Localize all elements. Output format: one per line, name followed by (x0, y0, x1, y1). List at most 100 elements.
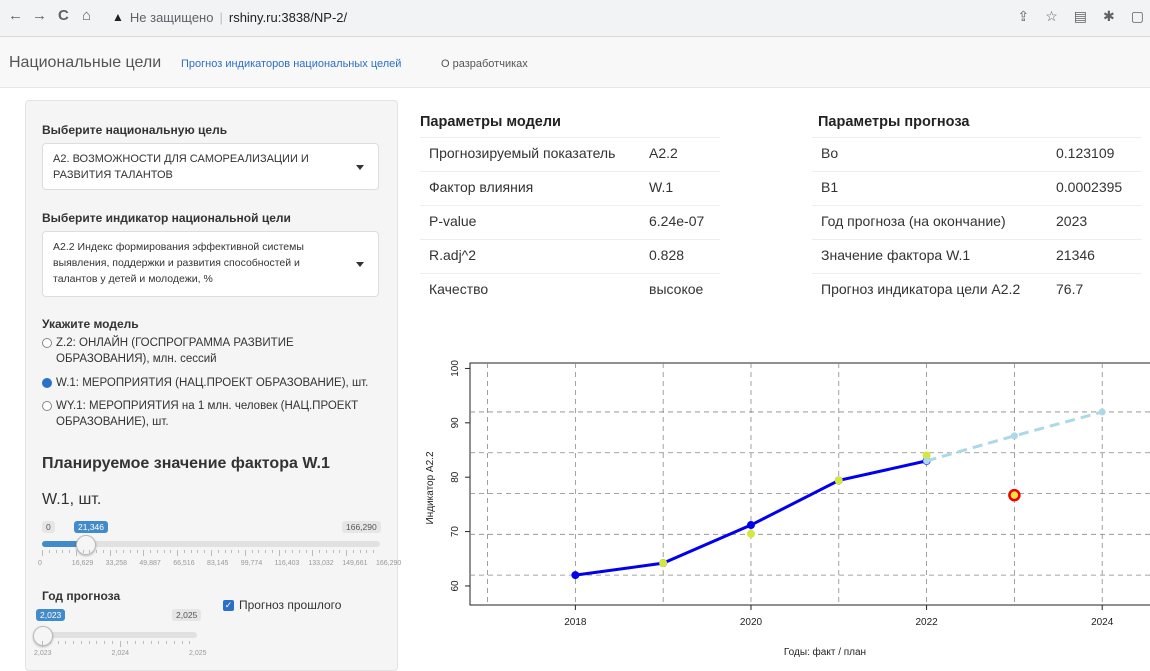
goal-select[interactable]: А2. ВОЗМОЖНОСТИ ДЛЯ САМОРЕАЛИЗАЦИИ И РАЗ… (42, 143, 379, 190)
slider-tick-mark (150, 641, 152, 644)
model-radio-label: WY.1: МЕРОПРИЯТИЯ на 1 млн. человек (НАЦ… (56, 400, 359, 428)
home-icon[interactable]: ⌂ (82, 7, 91, 24)
model-radio-wy1[interactable]: WY.1: МЕРОПРИЯТИЯ на 1 млн. человек (НАЦ… (42, 398, 372, 430)
slider-tick-mark (352, 550, 354, 553)
forecast-chart: 2018 2020 2022 2024 60 70 80 90 100 Годы: факт / … (425, 360, 1150, 658)
slider-tick-mark (143, 550, 145, 556)
slider-tick-mark (102, 550, 104, 553)
slider-tick-mark (312, 550, 314, 556)
slider-tick-mark (150, 550, 152, 553)
slider-tick-mark (96, 641, 98, 644)
year-slider-track[interactable] (42, 632, 197, 638)
fact-point (746, 521, 755, 530)
slider-tick-mark (88, 641, 90, 644)
x-axis-label: Годы: факт / план (784, 646, 866, 658)
slider-tick-mark (48, 550, 50, 553)
table-cell-label: R.adj^2 (429, 247, 477, 263)
plot-frame (469, 362, 1150, 606)
slider-tick-mark (366, 550, 368, 553)
tab-forecast[interactable]: Прогноз индикаторов национальных целей (181, 58, 401, 70)
indicator-select[interactable]: А2.2 Индекс формирования эффективной сис… (42, 231, 379, 297)
table-row-divider (812, 205, 1142, 206)
table-cell-label: Прогнозируемый показатель (429, 145, 616, 161)
reader-icon[interactable]: ▤ (1074, 8, 1087, 25)
table-row-divider (420, 273, 720, 274)
forward-icon[interactable]: → (32, 7, 47, 24)
past-forecast-label[interactable]: Прогноз прошлого (239, 598, 341, 612)
slider-tick-mark (339, 550, 341, 553)
year-tick-label: 2,025 (189, 650, 207, 657)
slider-tick-mark (62, 550, 64, 553)
table-cell-value: 0.0002395 (1056, 179, 1123, 195)
chevron-down-icon (356, 262, 364, 267)
table-cell-label: B1 (821, 179, 839, 195)
slider-tick-label: 0 (38, 560, 42, 567)
slider-tick-label: 149,661 (342, 560, 368, 567)
plan-title: Планируемое значение фактора W.1 (42, 455, 330, 472)
checkbox-checked-icon[interactable]: ✓ (223, 600, 234, 611)
slider-tick-mark (166, 641, 167, 644)
slider-tick-mark (285, 550, 287, 553)
plan-point (1010, 432, 1018, 440)
table-cell-label: Прогноз индикатора цели A2.2 (821, 281, 1021, 297)
goal-label: Выберите национальную цель (42, 123, 228, 137)
slider-tick-mark (373, 550, 375, 553)
model-radio-label: Z.2: ОНЛАЙН (ГОСПРОГРАММА РАЗВИТИЕ ОБРАЗ… (56, 337, 294, 365)
table-cell-value: 21346 (1056, 247, 1095, 263)
table-cell-value: W.1 (649, 179, 674, 195)
star-icon[interactable]: ☆ (1045, 8, 1058, 25)
slider-tick-mark (104, 641, 105, 644)
slider-tick-label: 133,032 (308, 560, 334, 567)
slider-tick-label: 166,290 (376, 560, 402, 567)
sidepanel-icon[interactable]: ▢ (1131, 8, 1144, 25)
slider-tick-mark (346, 550, 348, 556)
slider-tick-label: 33,258 (105, 560, 128, 567)
browser-toolbar: ← → C ⌂ ▲ Не защищено | rshiny.ru:3838/N… (0, 0, 1150, 37)
slider-tick-mark (142, 641, 144, 644)
slider-tick-mark (65, 641, 67, 644)
table-cell-value: высокое (649, 281, 704, 297)
slider-tick-mark (42, 641, 43, 647)
sidebar-panel: Выберите национальную цель А2. ВОЗМОЖНОС… (25, 100, 402, 671)
slider-tick-label: 83,145 (207, 560, 229, 567)
slider-tick-mark (116, 550, 118, 553)
table-cell-value: 6.24e-07 (649, 213, 705, 229)
slider-tick-mark (127, 641, 129, 644)
year-value-pill: 2,023 (36, 609, 66, 621)
share-icon[interactable]: ⇪ (1018, 8, 1030, 25)
x-tick-label: 2020 (740, 617, 763, 628)
slider-tick-mark (49, 641, 51, 644)
radio-icon (42, 378, 52, 388)
plan-point (923, 457, 931, 465)
model-radio-z2[interactable]: Z.2: ОНЛАЙН (ГОСПРОГРАММА РАЗВИТИЕ ОБРАЗ… (42, 335, 372, 367)
back-icon[interactable]: ← (8, 7, 23, 24)
slider-tick-label: 49,887 (139, 560, 161, 567)
slider-tick-mark (42, 550, 43, 556)
slider-tick-label: 66,516 (173, 560, 195, 567)
y-tick-label: 80 (450, 471, 461, 483)
forecast-point (1008, 488, 1021, 502)
slider-tick-mark (55, 550, 57, 553)
tab-about[interactable]: О разработчиках (441, 58, 528, 70)
y-tick-label: 60 (450, 580, 461, 592)
slider-tick-mark (211, 550, 212, 556)
year-tick-label: 2,023 (34, 650, 52, 657)
model-radio-label: W.1: МЕРОПРИЯТИЯ (НАЦ.ПРОЕКТ ОБРАЗОВАНИЕ… (56, 377, 369, 389)
slider-tick-mark (189, 641, 191, 644)
y-tick-label: 90 (450, 417, 461, 429)
slider-tick-mark (292, 550, 294, 553)
slider-tick-mark (89, 550, 91, 553)
table-row-divider (812, 137, 1142, 138)
slider-tick-mark (96, 550, 98, 553)
reload-icon[interactable]: C (58, 7, 69, 24)
slider-tick-mark (57, 641, 59, 644)
slider-tick-mark (325, 550, 327, 553)
slider-tick-mark (251, 550, 253, 553)
table-cell-value: 76.7 (1056, 281, 1084, 297)
extensions-icon[interactable]: ✱ (1103, 8, 1115, 25)
navbar-brand[interactable]: Национальные цели (9, 54, 161, 72)
model-radio-w1[interactable]: W.1: МЕРОПРИЯТИЯ (НАЦ.ПРОЕКТ ОБРАЗОВАНИЕ… (42, 375, 387, 391)
address-bar[interactable]: ▲ Не защищено | rshiny.ru:3838/NP-2/ (112, 5, 972, 29)
slider-tick-mark (271, 550, 273, 553)
factor-slider-handle[interactable] (76, 535, 97, 555)
